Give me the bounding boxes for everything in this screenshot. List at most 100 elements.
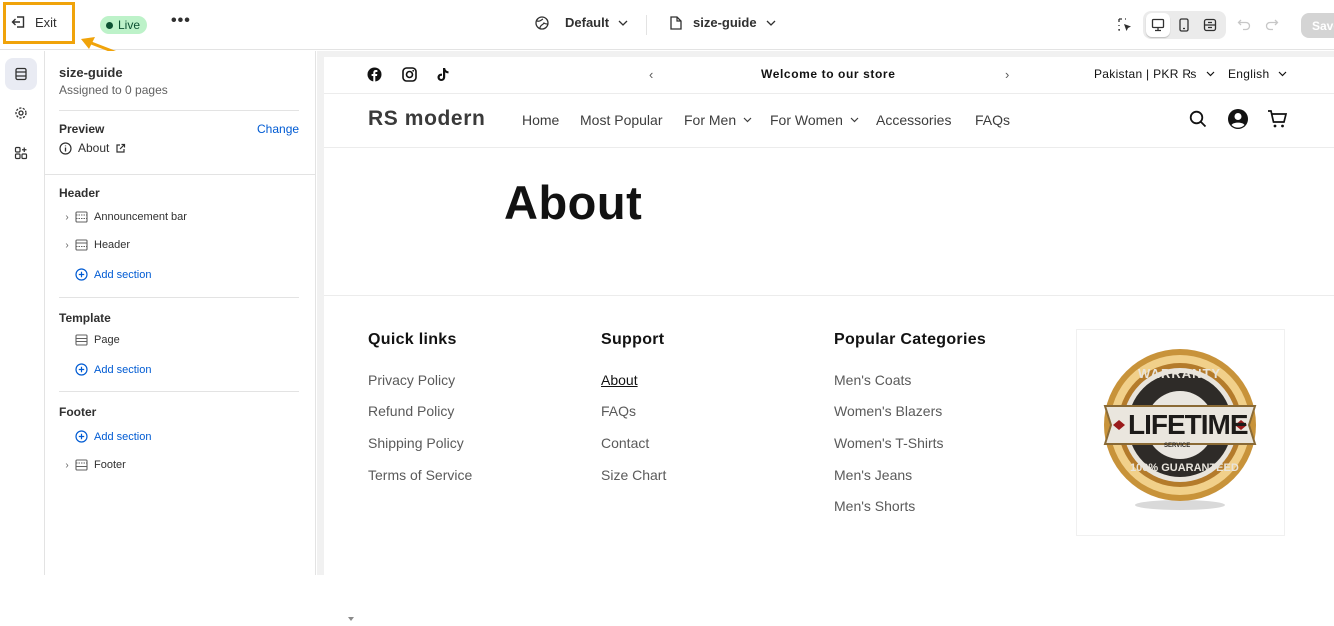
divider bbox=[324, 93, 1334, 94]
mobile-view-button[interactable] bbox=[1172, 13, 1196, 37]
add-section-header[interactable]: Add section bbox=[75, 268, 151, 281]
desktop-view-button[interactable] bbox=[1146, 13, 1170, 37]
nav-for-women[interactable]: For Women bbox=[770, 112, 859, 128]
redo-icon[interactable] bbox=[1265, 17, 1279, 31]
add-section-label: Add section bbox=[94, 363, 152, 376]
chevron-down-icon bbox=[743, 117, 752, 123]
search-icon[interactable] bbox=[1189, 110, 1207, 128]
footer-link[interactable]: Contact bbox=[601, 435, 649, 451]
footer-link[interactable]: Men's Shorts bbox=[834, 498, 915, 514]
live-status-badge: Live bbox=[100, 16, 148, 34]
info-icon bbox=[59, 141, 72, 155]
preview-page[interactable]: About bbox=[59, 141, 126, 155]
preview-heading: Preview bbox=[59, 122, 105, 136]
language-selector[interactable]: English bbox=[1228, 67, 1287, 81]
store-logo[interactable]: RS modern bbox=[368, 107, 485, 131]
section-label: Header bbox=[94, 239, 131, 251]
section-label: Announcement bar bbox=[94, 211, 187, 223]
divider bbox=[45, 174, 315, 175]
chevron-right-icon: › bbox=[65, 459, 69, 471]
chevron-down-icon bbox=[1206, 71, 1215, 77]
chevron-down-icon bbox=[1278, 71, 1287, 77]
section-footer[interactable]: › Footer bbox=[59, 459, 126, 471]
footer-link[interactable]: Men's Jeans bbox=[834, 467, 912, 483]
divider bbox=[324, 295, 1334, 296]
nav-for-men[interactable]: For Men bbox=[684, 112, 752, 128]
tiktok-icon[interactable] bbox=[436, 67, 450, 82]
footer-link[interactable]: Men's Coats bbox=[834, 372, 911, 388]
footer-categories-title: Popular Categories bbox=[834, 331, 987, 348]
fullscreen-view-button[interactable] bbox=[1198, 13, 1222, 37]
announcement-prev-icon[interactable]: ‹ bbox=[649, 67, 653, 82]
live-label: Live bbox=[118, 18, 141, 32]
divider bbox=[59, 391, 299, 392]
footer-link[interactable]: Terms of Service bbox=[368, 467, 472, 483]
footer-link[interactable]: Women's T-Shirts bbox=[834, 435, 944, 451]
footer-link[interactable]: Shipping Policy bbox=[368, 435, 464, 451]
nav-most-popular[interactable]: Most Popular bbox=[580, 112, 662, 128]
undo-icon[interactable] bbox=[1237, 17, 1251, 31]
chevron-right-icon: › bbox=[65, 239, 69, 251]
country-selector[interactable]: Pakistan | PKR ₨ bbox=[1094, 67, 1215, 81]
facebook-icon[interactable] bbox=[367, 67, 382, 82]
section-header[interactable]: › Header bbox=[59, 239, 130, 251]
add-section-footer[interactable]: Add section bbox=[75, 430, 151, 443]
exit-button[interactable]: Exit bbox=[11, 14, 57, 30]
nav-accessories[interactable]: Accessories bbox=[876, 112, 951, 128]
divider bbox=[324, 147, 1334, 148]
instagram-icon[interactable] bbox=[402, 67, 417, 82]
footer-link-active[interactable]: About bbox=[601, 372, 638, 388]
cart-icon[interactable] bbox=[1267, 109, 1288, 129]
sections-rail-button[interactable] bbox=[5, 58, 37, 90]
announcement-next-icon[interactable]: › bbox=[1005, 67, 1009, 82]
add-section-label: Add section bbox=[94, 268, 152, 281]
template-selector[interactable]: size-guide bbox=[670, 15, 776, 30]
footer-link[interactable]: Privacy Policy bbox=[368, 372, 455, 388]
page-icon bbox=[670, 15, 682, 30]
footer-link[interactable]: FAQs bbox=[601, 403, 636, 419]
settings-rail-button[interactable] bbox=[5, 97, 37, 129]
section-label: Footer bbox=[94, 459, 126, 471]
badge-main-text: LIFETIME bbox=[1128, 409, 1249, 440]
add-section-label: Add section bbox=[94, 430, 152, 443]
change-preview-link[interactable]: Change bbox=[257, 122, 299, 136]
account-icon[interactable] bbox=[1227, 108, 1249, 130]
announcement-text: Welcome to our store bbox=[761, 67, 896, 81]
plus-circle-icon bbox=[75, 268, 88, 281]
chevron-right-icon: › bbox=[65, 211, 69, 223]
divider bbox=[59, 110, 299, 111]
assigned-pages: Assigned to 0 pages bbox=[59, 83, 168, 97]
section-icon bbox=[75, 334, 88, 346]
nav-home[interactable]: Home bbox=[522, 112, 559, 128]
section-page[interactable]: Page bbox=[75, 334, 120, 346]
nav-faqs[interactable]: FAQs bbox=[975, 112, 1010, 128]
country-label: Pakistan | PKR ₨ bbox=[1094, 67, 1197, 81]
more-actions-button[interactable]: ••• bbox=[171, 12, 191, 30]
device-toggle-group bbox=[1143, 11, 1226, 39]
theme-selector[interactable]: Default bbox=[535, 15, 628, 30]
page-title: About bbox=[504, 176, 643, 229]
sections-icon bbox=[15, 67, 27, 81]
editor-topbar: Exit Live ••• Default size-guide Sav bbox=[0, 0, 1334, 67]
section-label: Page bbox=[94, 334, 120, 346]
apps-rail-button[interactable] bbox=[5, 137, 37, 169]
desktop-icon bbox=[1151, 18, 1165, 32]
section-icon bbox=[75, 211, 88, 223]
theme-label: Default bbox=[565, 15, 610, 30]
live-dot-icon bbox=[106, 21, 113, 29]
nav-label: For Men bbox=[684, 112, 737, 128]
plus-circle-icon bbox=[75, 430, 88, 443]
exit-icon bbox=[11, 14, 27, 30]
section-announcement-bar[interactable]: › Announcement bar bbox=[59, 211, 187, 223]
apps-icon bbox=[14, 146, 28, 160]
add-section-template[interactable]: Add section bbox=[75, 363, 151, 376]
chevron-down-icon bbox=[618, 20, 628, 26]
footer-link[interactable]: Refund Policy bbox=[368, 403, 454, 419]
sections-sidebar: size-guide Assigned to 0 pages Preview C… bbox=[45, 51, 354, 621]
save-button[interactable]: Save bbox=[1301, 13, 1334, 38]
mobile-icon bbox=[1179, 18, 1189, 32]
footer-link[interactable]: Size Chart bbox=[601, 467, 666, 483]
exit-label: Exit bbox=[35, 14, 57, 30]
inspector-icon[interactable] bbox=[1117, 17, 1133, 33]
footer-link[interactable]: Women's Blazers bbox=[834, 403, 942, 419]
